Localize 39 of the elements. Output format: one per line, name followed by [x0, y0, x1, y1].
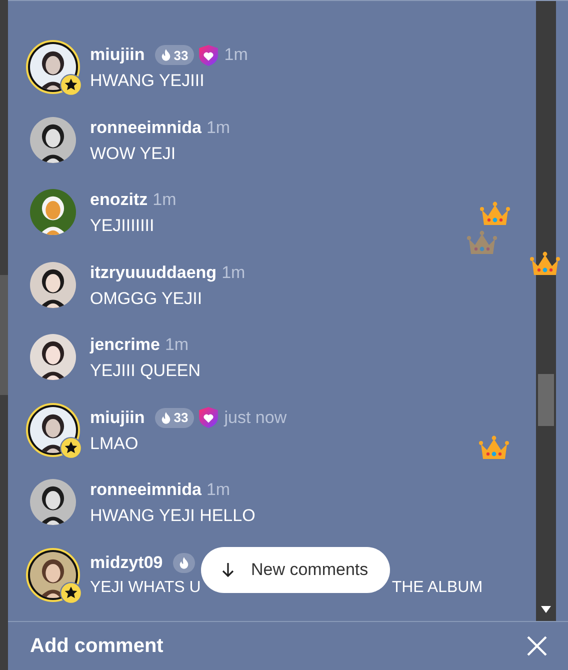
scrollbar[interactable]: [536, 1, 556, 621]
timestamp: 1m: [206, 118, 230, 138]
flame-icon: [178, 556, 189, 568]
new-comments-button[interactable]: New comments: [201, 547, 390, 593]
comment-text: YEJIIIIIII: [90, 216, 156, 236]
username[interactable]: midzyt09: [90, 552, 163, 572]
scrollbar-thumb[interactable]: [538, 374, 554, 426]
streak-badge: 33: [154, 45, 194, 65]
comment-text: HWANG YEJIII: [90, 71, 206, 91]
user-avatar[interactable]: [26, 40, 80, 94]
down-arrow-icon: [221, 562, 235, 578]
comment-text: HWANG YEJI HELLO: [90, 506, 256, 526]
username[interactable]: ronneeimnida: [90, 118, 202, 138]
user-avatar[interactable]: [26, 548, 80, 602]
username[interactable]: enozitz: [90, 190, 148, 210]
comment-text: LMAO: [90, 434, 140, 454]
username[interactable]: miujiin: [90, 45, 145, 65]
comment-text: YEJI WHATS U: [90, 578, 201, 596]
timestamp: just now: [224, 408, 287, 428]
timestamp: 1m: [164, 335, 189, 355]
timestamp: 1m: [152, 190, 176, 210]
scroll-down-icon[interactable]: [541, 606, 551, 613]
timestamp: 1m: [222, 262, 246, 282]
flame-icon: [160, 49, 171, 61]
comment-text: YEJIII QUEEN: [90, 361, 201, 381]
footer-title: Add comment: [30, 634, 164, 658]
user-avatar[interactable]: [26, 402, 80, 456]
timestamp: 1m: [206, 480, 230, 500]
username[interactable]: miujiin: [90, 408, 145, 428]
close-icon[interactable]: [526, 635, 548, 657]
timestamp: 1m: [224, 45, 248, 65]
username[interactable]: ronneeimnida: [90, 480, 202, 500]
username[interactable]: jencrime: [90, 335, 160, 355]
flame-icon: [160, 412, 171, 424]
comment-text: WOW YEJI: [90, 144, 177, 164]
comment-text: THE ALBUM: [392, 578, 483, 596]
streak-badge: 33: [154, 408, 194, 428]
comment-text: OMGGG YEJII: [90, 288, 204, 308]
username[interactable]: itzryuuuddaeng: [90, 262, 217, 282]
